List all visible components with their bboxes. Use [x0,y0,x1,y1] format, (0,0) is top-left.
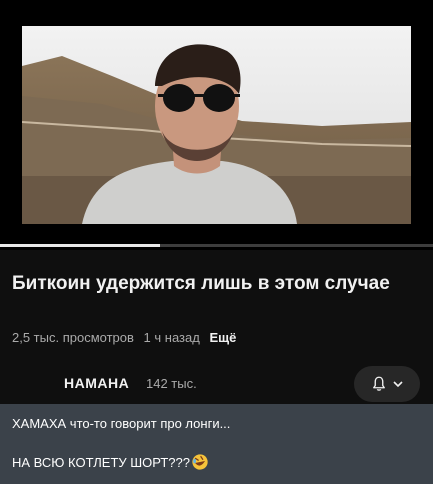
view-count: 2,5 тыс. просмотров [12,330,134,345]
more-link[interactable]: Ещё [209,330,236,345]
bell-icon [373,376,385,391]
comment-line-2: НА ВСЮ КОТЛЕТУ ШОРТ??? [12,453,209,471]
comment-line-1: ХАМАХА что-то говорит про лонги... [12,416,231,431]
channel-name[interactable]: НАМАНА [64,375,129,391]
subscriber-count: 142 тыс. [146,376,197,391]
video-meta: 2,5 тыс. просмотров 1 ч назад Ещё [12,330,242,345]
video-title: Биткоин удержится лишь в этом случае [12,273,390,294]
chevron-down-icon [393,381,403,388]
progress-bar[interactable] [0,244,433,247]
comment-line-2-text: НА ВСЮ КОТЛЕТУ ШОРТ??? [12,455,190,470]
subscribed-bell-button[interactable] [354,366,420,402]
video-thumbnail[interactable] [22,26,411,224]
progress-bar-fill [0,244,161,247]
rofl-emoji-icon [192,454,208,470]
comment-box: ХАМАХА что-то говорит про лонги... НА ВС… [0,404,433,484]
upload-age: 1 ч назад [143,330,200,345]
video-frame-image [22,26,411,224]
channel-row[interactable]: НАМАНА 142 тыс. [0,362,433,404]
video-player[interactable] [0,0,433,250]
